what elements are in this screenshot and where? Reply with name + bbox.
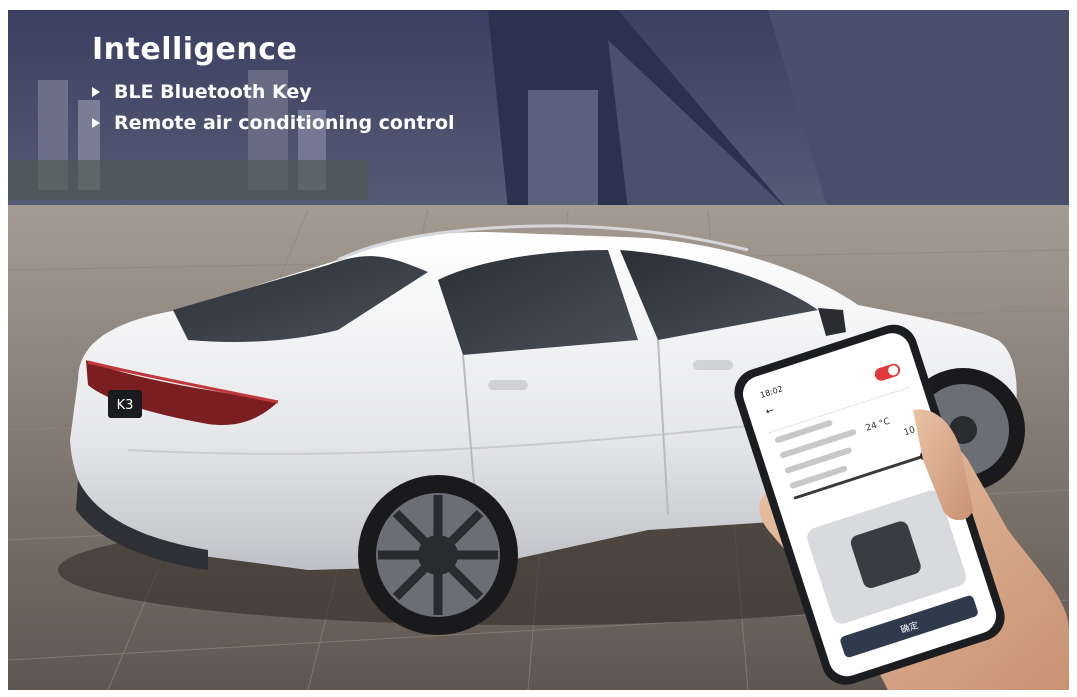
city-skyline	[528, 90, 598, 210]
page-title: Intelligence	[92, 32, 298, 67]
feature-label: Remote air conditioning control	[114, 112, 455, 134]
door-handle	[693, 360, 733, 370]
door-handle	[488, 380, 528, 390]
triangle-bullet-icon	[92, 87, 100, 97]
feature-label: BLE Bluetooth Key	[114, 81, 312, 103]
headline: Intelligence BLE Bluetooth Key Remote ai…	[92, 32, 455, 143]
feature-item: Remote air conditioning control	[92, 112, 455, 134]
triangle-bullet-icon	[92, 118, 100, 128]
feature-item: BLE Bluetooth Key	[92, 81, 455, 103]
rear-wheel	[358, 475, 518, 635]
rear-badge-text: K3	[117, 398, 134, 413]
banner: K3 18:02 ← 24 °C 10 确定 Intelligence BLE …	[8, 10, 1069, 690]
trees	[8, 160, 368, 200]
feature-list: BLE Bluetooth Key Remote air conditionin…	[92, 81, 455, 134]
